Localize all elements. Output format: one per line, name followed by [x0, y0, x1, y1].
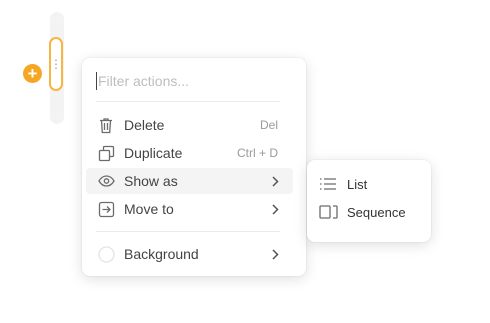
drag-handle[interactable]: ⋮ [49, 37, 63, 91]
menu-item-show-as[interactable]: Show as [86, 168, 293, 194]
show-as-submenu: List Sequence [307, 160, 431, 242]
shortcut-label: Del [259, 118, 278, 132]
menu-item-label: Duplicate [124, 145, 183, 161]
menu-item-label: Show as [124, 173, 178, 189]
actions-menu: Delete Del Duplicate Ctrl + D Show as [82, 58, 306, 276]
submenu-item-label: Sequence [347, 204, 406, 220]
menu-item-label: Background [124, 246, 199, 262]
menu-item-label: Move to [124, 201, 174, 217]
menu-item-label: Delete [124, 117, 165, 133]
submenu-item-list[interactable]: List [319, 173, 367, 195]
submenu-item-sequence[interactable]: Sequence [319, 201, 406, 223]
shortcut-label: Ctrl + D [236, 146, 278, 160]
filter-actions-input[interactable] [96, 72, 278, 90]
menu-divider [96, 231, 280, 232]
chevron-right-icon [272, 175, 279, 187]
menu-item-background[interactable]: Background [86, 241, 293, 267]
menu-divider [96, 101, 280, 102]
chevron-right-icon [272, 203, 279, 215]
plus-icon: + [27, 64, 38, 83]
menu-item-move-to[interactable]: Move to [86, 196, 293, 222]
menu-item-duplicate[interactable]: Duplicate Ctrl + D [86, 140, 293, 166]
sequence-icon [319, 203, 339, 221]
menu-item-delete[interactable]: Delete Del [86, 112, 293, 138]
add-block-button[interactable]: + [23, 64, 42, 83]
vertical-dots-icon: ⋮ [50, 57, 62, 71]
submenu-item-label: List [347, 176, 368, 192]
eye-icon [97, 172, 115, 190]
move-to-icon [97, 200, 115, 218]
trash-icon [97, 116, 115, 134]
duplicate-icon [97, 144, 115, 162]
chevron-right-icon [272, 248, 279, 260]
list-icon [319, 175, 339, 193]
circle-icon [97, 245, 115, 263]
